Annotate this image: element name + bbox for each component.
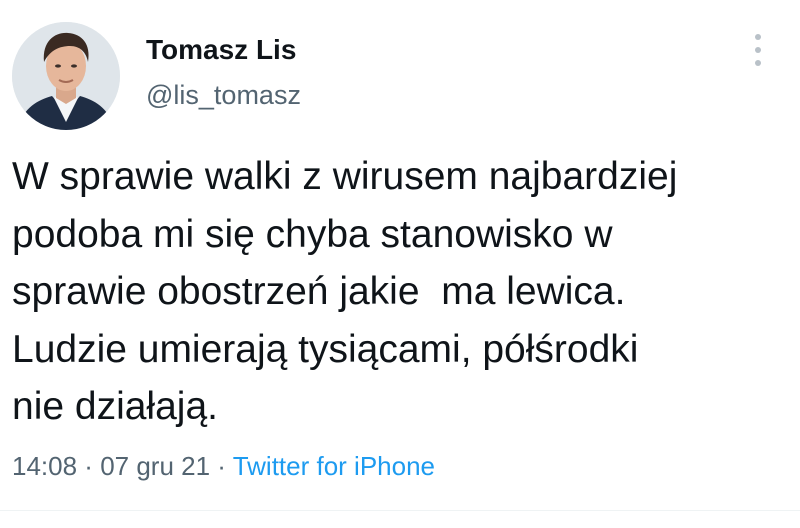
tweet-text-line: sprawie obostrzeń jakie ma lewica. [12,270,626,313]
tweet-text-line: podoba mi się chyba stanowisko w [12,212,613,256]
tweet-meta: 14:08 · 07 gru 21 · Twitter for iPhone [12,451,435,482]
tweet-text: W sprawie walki z wirusem najbardziej po… [12,148,787,436]
tweet-text-line: nie działają. [12,385,218,428]
avatar[interactable] [12,22,120,130]
author-handle[interactable]: @lis_tomasz [146,80,301,111]
tweet-text-line: W sprawie walki z wirusem najbardziej [12,155,678,198]
tweet-source-link[interactable]: Twitter for iPhone [233,451,435,481]
tweet-date[interactable]: 07 gru 21 [100,451,210,481]
tweet-text-line: Ludzie umierają tysiącami, półśrodki [12,327,639,371]
divider [0,510,800,511]
avatar-photo [12,22,120,130]
tweet: Tomasz Lis @lis_tomasz W sprawie walki z… [0,0,800,528]
author-name[interactable]: Tomasz Lis [146,34,296,66]
more-vertical-icon[interactable] [744,30,772,70]
tweet-time[interactable]: 14:08 [12,451,77,481]
separator-dot: · [210,451,233,481]
separator-dot: · [77,451,101,481]
